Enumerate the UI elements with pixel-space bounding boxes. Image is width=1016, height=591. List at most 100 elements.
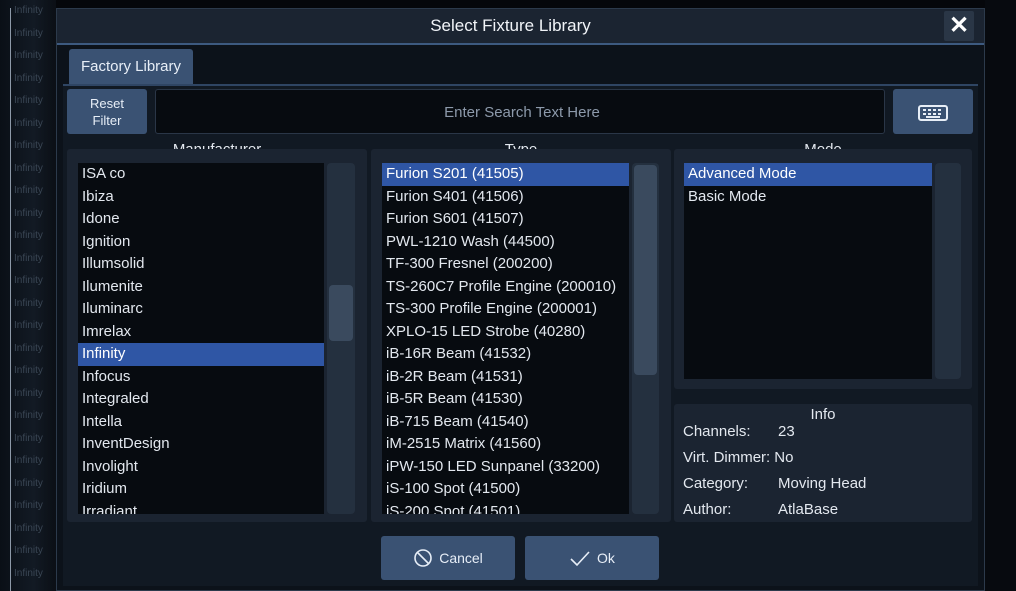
background-list-item: Infinity xyxy=(14,252,43,264)
info-virt-dimmer-value: No xyxy=(774,449,794,466)
background-list-item: Infinity xyxy=(14,27,43,39)
type-list-item[interactable]: iPW-150 LED Sunpanel (33200) xyxy=(382,456,629,479)
manufacturer-list-item[interactable]: Iridium xyxy=(78,478,324,501)
manufacturer-scroll-thumb[interactable] xyxy=(329,285,353,341)
type-list-item[interactable]: Furion S601 (41507) xyxy=(382,208,629,231)
background-list-item: Infinity xyxy=(14,275,43,286)
type-list-item[interactable]: iB-2R Beam (41531) xyxy=(382,366,629,389)
background-list-item: Infinity xyxy=(14,117,43,129)
close-button[interactable]: ✕ xyxy=(944,11,974,41)
type-list-item[interactable]: TS-300 Profile Engine (200001) xyxy=(382,298,629,321)
type-list-item[interactable]: Furion S401 (41506) xyxy=(382,186,629,209)
type-list-item[interactable]: XPLO-15 LED Strobe (40280) xyxy=(382,321,629,344)
background-list-item: Infinity xyxy=(14,140,43,151)
background-list-item: Infinity xyxy=(14,162,43,174)
background-right xyxy=(985,0,1016,591)
manufacturer-list[interactable]: ISA co Ibiza Idone Ignition Illumsolid Ilumen… xyxy=(78,163,324,514)
dialog-titlebar: Select Fixture Library ✕ xyxy=(57,9,984,45)
type-list-item[interactable]: iS-200 Spot (41501) xyxy=(382,501,629,515)
info-author-label: Author: xyxy=(683,501,732,518)
manufacturer-list-item[interactable]: Ignition xyxy=(78,231,324,254)
info-virt-dimmer-label: Virt. Dimmer: xyxy=(683,449,771,466)
manufacturer-list-item[interactable]: Infocus xyxy=(78,366,324,389)
mode-list[interactable]: Advanced Mode Basic Mode xyxy=(684,163,932,379)
background-list-item: Infinity xyxy=(14,545,43,556)
type-list-item[interactable]: iB-715 Beam (41540) xyxy=(382,411,629,434)
background-list: Infinity Infinity Infinity Infinity Infinity… xyxy=(0,0,56,591)
info-channels-label: Channels: xyxy=(683,423,751,440)
manufacturer-list-item[interactable]: Ibiza xyxy=(78,186,324,209)
reset-filter-label-line2: Filter xyxy=(92,112,122,128)
mode-scrollbar[interactable] xyxy=(935,163,961,379)
window-edge xyxy=(10,8,11,591)
manufacturer-list-item[interactable]: Ilumenite xyxy=(78,276,324,299)
background-list-item: Infinity xyxy=(14,50,43,61)
info-category-value: Moving Head xyxy=(778,475,867,492)
keyboard-button[interactable] xyxy=(893,89,973,134)
mode-list-item[interactable]: Basic Mode xyxy=(684,186,932,209)
cancel-icon xyxy=(414,549,433,567)
background-list-item: Infinity xyxy=(14,95,43,106)
background-list-item: Infinity xyxy=(14,522,43,534)
background-list-item: Infinity xyxy=(14,342,43,354)
info-category-label: Category: xyxy=(683,475,749,492)
reset-filter-label-line1: Reset xyxy=(90,95,124,111)
type-list[interactable]: Furion S201 (41505) Furion S401 (41506) Fu… xyxy=(382,163,629,514)
manufacturer-panel: ISA co Ibiza Idone Ignition Illumsolid Ilumen… xyxy=(67,149,367,522)
type-scroll-thumb[interactable] xyxy=(634,165,657,375)
manufacturer-scrollbar[interactable] xyxy=(327,163,355,514)
dialog-title: Select Fixture Library xyxy=(430,16,591,35)
reset-filter-button[interactable]: Reset Filter xyxy=(67,89,147,134)
type-list-item[interactable]: TS-260C7 Profile Engine (200010) xyxy=(382,276,629,299)
manufacturer-list-item[interactable]: Irradiant xyxy=(78,501,324,515)
info-category-row: Category: Moving Head xyxy=(683,473,866,495)
type-list-item[interactable]: PWL-1210 Wash (44500) xyxy=(382,231,629,254)
info-channels-value: 23 xyxy=(778,423,795,440)
background-list-item: Infinity xyxy=(14,5,43,16)
background-list-item: Infinity xyxy=(14,410,43,421)
manufacturer-list-item[interactable]: Imrelax xyxy=(78,321,324,344)
background-list-item: Infinity xyxy=(14,500,43,511)
ok-label: Ok xyxy=(597,550,615,566)
mode-list-item[interactable]: Advanced Mode xyxy=(684,163,932,186)
info-author-value: AtlaBase xyxy=(778,501,839,518)
manufacturer-list-item[interactable]: Intella xyxy=(78,411,324,434)
tab-factory-library[interactable]: Factory Library xyxy=(69,49,193,85)
select-fixture-library-dialog: Select Fixture Library ✕ Factory Library… xyxy=(56,8,985,591)
mode-panel: Advanced Mode Basic Mode xyxy=(674,149,972,389)
background-list-item: Infinity xyxy=(14,567,43,579)
manufacturer-list-item[interactable]: Infinity xyxy=(78,343,324,366)
background-list-item: Infinity xyxy=(14,477,43,489)
type-list-item[interactable]: Furion S201 (41505) xyxy=(382,163,629,186)
type-list-item[interactable]: iS-100 Spot (41500) xyxy=(382,478,629,501)
info-virt-dimmer-row: Virt. Dimmer: No xyxy=(683,447,793,469)
search-input[interactable] xyxy=(156,90,888,135)
background-list-item: Infinity xyxy=(14,185,43,196)
type-list-item[interactable]: iM-2515 Matrix (41560) xyxy=(382,433,629,456)
manufacturer-list-item[interactable]: Illumsolid xyxy=(78,253,324,276)
ok-button[interactable]: Ok xyxy=(525,536,659,580)
background-list-item: Infinity xyxy=(14,320,43,331)
check-icon xyxy=(570,551,590,567)
background-list-item: Infinity xyxy=(14,297,43,309)
manufacturer-list-item[interactable]: ISA co xyxy=(78,163,324,186)
info-panel: Info Channels: 23 Virt. Dimmer: No Categor… xyxy=(674,404,972,522)
manufacturer-list-item[interactable]: Integraled xyxy=(78,388,324,411)
manufacturer-list-item[interactable]: Involight xyxy=(78,456,324,479)
manufacturer-list-item[interactable]: Iluminarc xyxy=(78,298,324,321)
type-list-item[interactable]: iB-16R Beam (41532) xyxy=(382,343,629,366)
background-list-item: Infinity xyxy=(14,387,43,399)
type-list-item[interactable]: iB-5R Beam (41530) xyxy=(382,388,629,411)
button-bar xyxy=(63,528,978,586)
keyboard-icon xyxy=(918,104,948,121)
manufacturer-list-item[interactable]: InventDesign xyxy=(78,433,324,456)
tab-underline xyxy=(63,84,978,86)
background-list-item: Infinity xyxy=(14,207,43,219)
manufacturer-list-item[interactable]: Idone xyxy=(78,208,324,231)
type-list-item[interactable]: TF-300 Fresnel (200200) xyxy=(382,253,629,276)
cancel-button[interactable]: Cancel xyxy=(381,536,515,580)
search-field[interactable] xyxy=(155,89,888,135)
background-list-item: Infinity xyxy=(14,365,43,376)
type-scrollbar[interactable] xyxy=(632,163,659,514)
cancel-label: Cancel xyxy=(439,550,483,566)
